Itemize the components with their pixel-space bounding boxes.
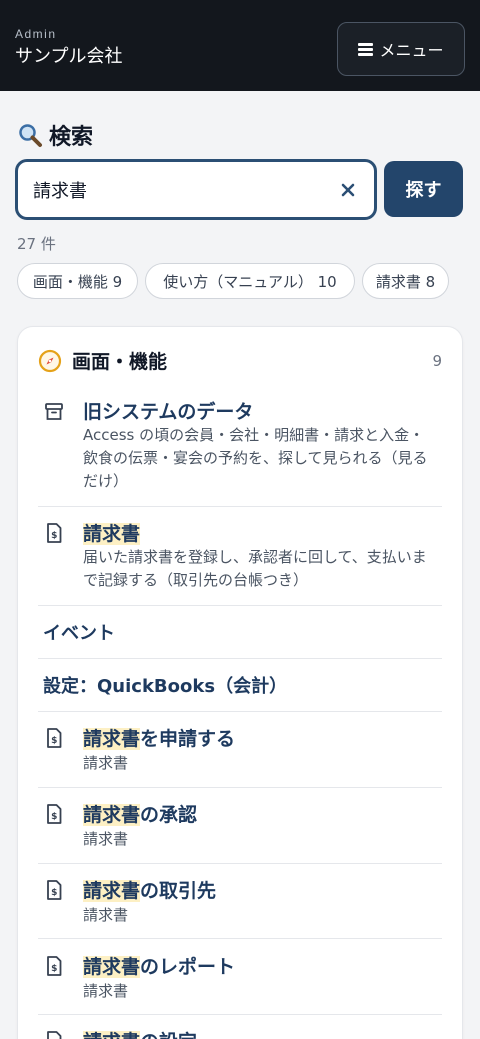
highlight-match: 請求書 bbox=[83, 804, 141, 826]
item-title: 請求書 bbox=[83, 519, 141, 546]
item-title: 請求書を申請する bbox=[83, 724, 235, 751]
section-header: 画面・機能 bbox=[38, 347, 167, 374]
invoice-icon: $ bbox=[47, 728, 62, 748]
highlight-match: 請求書 bbox=[83, 880, 141, 902]
compass-icon bbox=[38, 349, 62, 372]
magnifier-icon bbox=[19, 124, 42, 147]
result-item[interactable]: $ 請求書のレポート 請求書 bbox=[38, 952, 442, 1004]
highlight-match: 請求書 bbox=[83, 1031, 141, 1039]
result-count: 27 件 bbox=[17, 235, 56, 253]
invoice-icon: $ bbox=[47, 523, 62, 543]
invoice-icon: $ bbox=[47, 804, 62, 824]
menu-label: メニュー bbox=[379, 41, 444, 60]
company-name: サンプル会社 bbox=[15, 46, 123, 67]
item-title: 請求書のレポート bbox=[83, 952, 235, 979]
item-title-rest: のレポート bbox=[140, 956, 236, 978]
svg-text:$: $ bbox=[51, 531, 57, 541]
search-title: 検索 bbox=[49, 125, 94, 150]
result-item[interactable]: $ 請求書の取引先 請求書 bbox=[38, 876, 442, 928]
divider bbox=[38, 711, 442, 712]
result-item[interactable]: $ 請求書を申請する 請求書 bbox=[38, 724, 442, 776]
svg-text:$: $ bbox=[51, 888, 57, 898]
item-description: 届いた請求書を登録し、承認者に回して、支払いまで記録する（取引先の台帳つき） bbox=[83, 548, 427, 589]
filter-chip-manual[interactable]: 使い方（マニュアル） 10 bbox=[145, 263, 355, 299]
divider bbox=[38, 938, 442, 939]
close-icon bbox=[341, 183, 355, 197]
search-heading: 検索 bbox=[17, 119, 93, 151]
svg-text:$: $ bbox=[51, 964, 57, 974]
divider bbox=[38, 506, 442, 507]
item-subtitle: 請求書 bbox=[83, 982, 129, 1000]
search-field bbox=[15, 159, 377, 220]
result-item-events[interactable]: イベント bbox=[43, 619, 115, 645]
item-title-rest: を申請する bbox=[140, 728, 236, 750]
highlight-match: 請求書 bbox=[83, 728, 141, 750]
highlight-match: 請求書 bbox=[83, 523, 141, 545]
item-title-rest: の取引先 bbox=[140, 880, 217, 902]
svg-text:$: $ bbox=[51, 812, 57, 822]
archive-icon bbox=[45, 403, 63, 420]
top-bar: Admin サンプル会社 メニュー bbox=[0, 0, 480, 91]
highlight-match: 請求書 bbox=[83, 956, 141, 978]
result-item-quickbooks[interactable]: 設定：QuickBooks（会計） bbox=[43, 672, 287, 698]
item-title: 請求書の設定 bbox=[83, 1027, 197, 1039]
hamburger-icon bbox=[358, 42, 374, 56]
search-button[interactable]: 探す bbox=[384, 161, 463, 217]
divider bbox=[38, 658, 442, 659]
invoice-icon: $ bbox=[47, 956, 62, 976]
item-title: 請求書の承認 bbox=[83, 800, 197, 827]
item-subtitle: 請求書 bbox=[83, 754, 129, 772]
item-title-rest: の設定 bbox=[140, 1031, 197, 1039]
invoice-icon: $ bbox=[47, 880, 62, 900]
divider bbox=[38, 787, 442, 788]
filter-chip-screens[interactable]: 画面・機能 9 bbox=[17, 263, 138, 299]
item-subtitle: 請求書 bbox=[83, 830, 129, 848]
section-count: 9 bbox=[432, 352, 442, 370]
clear-button[interactable] bbox=[337, 179, 359, 201]
item-title: 旧システムのデータ bbox=[83, 401, 254, 423]
menu-button[interactable]: メニュー bbox=[337, 22, 465, 76]
svg-text:$: $ bbox=[51, 736, 57, 746]
item-title-rest: の承認 bbox=[140, 804, 198, 826]
result-item[interactable]: $ 請求書 届いた請求書を登録し、承認者に回して、支払いまで記録する（取引先の台… bbox=[38, 519, 442, 599]
item-description: Access の頃の会員・会社・明細書・請求と入金・飲食の伝票・宴会の予約を、探… bbox=[83, 426, 428, 490]
divider bbox=[38, 1014, 442, 1015]
invoice-icon bbox=[47, 1031, 62, 1039]
brand-kicker: Admin bbox=[15, 27, 57, 41]
section-title: 画面・機能 bbox=[72, 351, 168, 373]
filter-chip-invoice[interactable]: 請求書 8 bbox=[362, 263, 449, 299]
search-input[interactable] bbox=[33, 176, 333, 204]
item-title: 請求書の取引先 bbox=[83, 876, 216, 903]
result-item[interactable]: $ 請求書の承認 請求書 bbox=[38, 800, 442, 852]
result-item[interactable]: 旧システムのデータ Access の頃の会員・会社・明細書・請求と入金・飲食の伝… bbox=[38, 397, 442, 505]
divider bbox=[38, 863, 442, 864]
divider bbox=[38, 605, 442, 606]
result-item[interactable]: 請求書の設定 bbox=[38, 1027, 442, 1039]
item-subtitle: 請求書 bbox=[83, 906, 129, 924]
